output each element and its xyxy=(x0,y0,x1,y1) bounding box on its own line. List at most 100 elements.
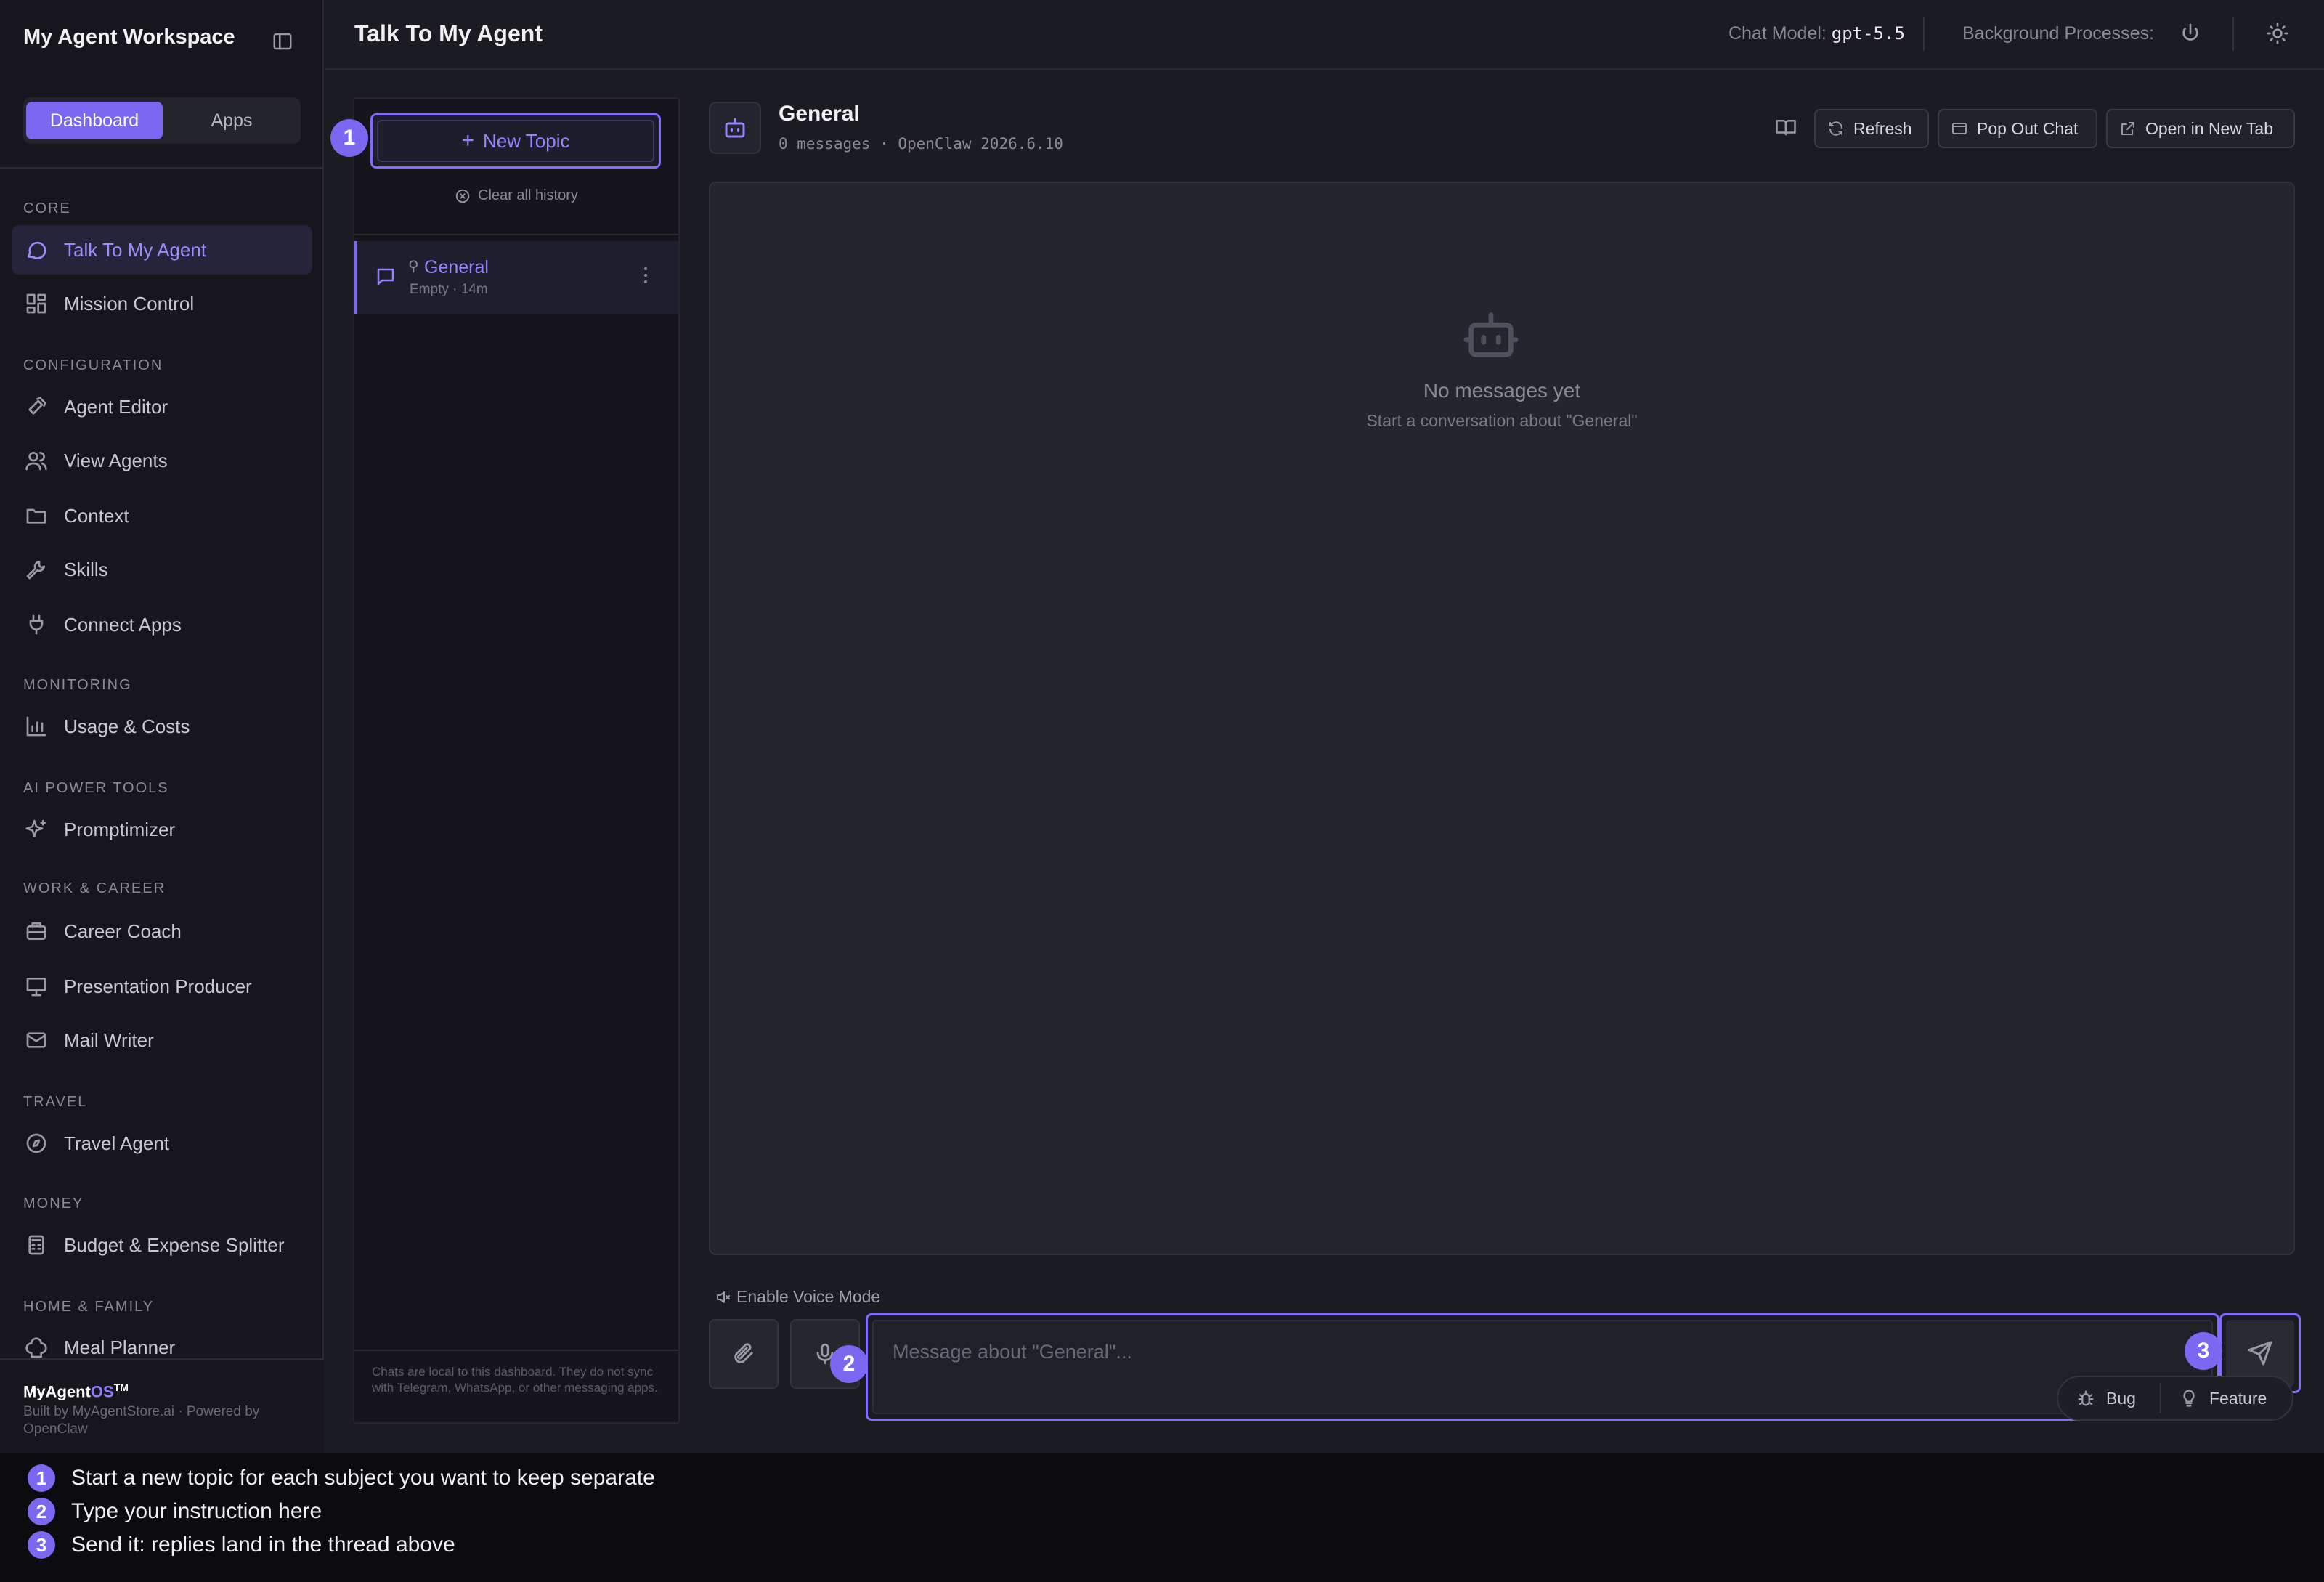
sidebar-item-skills[interactable]: Skills xyxy=(12,545,312,594)
request-feature-button[interactable]: Feature xyxy=(2179,1377,2267,1419)
more-vertical-icon[interactable] xyxy=(642,264,649,286)
compass-icon xyxy=(26,1133,46,1153)
folder-icon xyxy=(26,508,46,524)
pop-out-chat-label: Pop Out Chat xyxy=(1977,118,2079,138)
sidebar-item-label: View Agents xyxy=(64,449,168,471)
enable-voice-mode-toggle[interactable]: Enable Voice Mode xyxy=(715,1287,880,1307)
report-bug-button[interactable]: Bug xyxy=(2076,1377,2136,1419)
sidebar-item-promptimizer[interactable]: Promptimizer xyxy=(12,805,312,854)
paperclip-icon xyxy=(734,1343,753,1363)
legend-number: 3 xyxy=(28,1531,55,1559)
book-open-icon[interactable] xyxy=(1775,116,1797,138)
message-input[interactable] xyxy=(893,1337,2127,1366)
bar-chart-icon xyxy=(26,716,46,737)
view-switcher: Dashboard Apps xyxy=(23,97,301,144)
sidebar-item-label: Context xyxy=(64,504,129,527)
sidebar-item-label: Budget & Expense Splitter xyxy=(64,1233,285,1256)
sidebar-item-context[interactable]: Context xyxy=(12,491,312,540)
feedback-divider xyxy=(2160,1383,2161,1413)
refresh-icon xyxy=(1829,121,1842,136)
sidebar-item-budget-expense-splitter[interactable]: Budget & Expense Splitter xyxy=(12,1220,312,1270)
sidebar-item-presentation-producer[interactable]: Presentation Producer xyxy=(12,962,312,1011)
refresh-button[interactable]: Refresh xyxy=(1814,109,1929,148)
empty-state-title: No messages yet xyxy=(1423,379,1581,402)
new-topic-button-inner: + New Topic xyxy=(377,120,654,162)
sidebar-item-label: Skills xyxy=(64,558,108,580)
lightbulb-icon xyxy=(2183,1390,2195,1407)
callout-badge-3: 3 xyxy=(2185,1332,2222,1370)
briefcase-icon xyxy=(26,922,46,940)
calculator-icon xyxy=(28,1235,44,1255)
chat-title: General xyxy=(779,102,860,126)
legend-text: Type your instruction here xyxy=(71,1499,322,1523)
refresh-label: Refresh xyxy=(1853,118,1912,138)
sidebar-item-label: Talk To My Agent xyxy=(64,238,207,261)
power-icon[interactable] xyxy=(2179,22,2202,45)
sidebar-item-agent-editor[interactable]: Agent Editor xyxy=(12,382,312,431)
chat-thread: No messages yet Start a conversation abo… xyxy=(709,182,2295,1255)
sidebar-divider xyxy=(0,167,324,169)
sidebar-item-connect-apps[interactable]: Connect Apps xyxy=(12,600,312,649)
presentation-icon xyxy=(26,978,46,997)
open-new-tab-label: Open in New Tab xyxy=(2145,118,2274,138)
open-new-tab-button[interactable]: Open in New Tab xyxy=(2106,109,2295,148)
message-square-icon xyxy=(377,268,394,285)
legend-item-2: 2 Type your instruction here xyxy=(28,1498,322,1525)
grid-icon xyxy=(26,293,46,314)
section-label-money: MONEY xyxy=(23,1196,84,1212)
sidebar-item-talk-to-my-agent[interactable]: Talk To My Agent xyxy=(12,225,312,275)
legend-number: 2 xyxy=(28,1498,55,1525)
section-label-monitoring: MONITORING xyxy=(23,677,132,693)
tab-apps[interactable]: Apps xyxy=(166,102,298,139)
bug-icon xyxy=(2078,1390,2094,1406)
sidebar-toggle-icon[interactable] xyxy=(272,31,293,52)
sidebar-item-mission-control[interactable]: Mission Control xyxy=(12,279,312,328)
legend-item-1: 1 Start a new topic for each subject you… xyxy=(28,1464,655,1492)
sidebar-item-career-coach[interactable]: Career Coach xyxy=(12,906,312,956)
hammer-icon xyxy=(28,397,46,415)
sidebar-item-view-agents[interactable]: View Agents xyxy=(12,436,312,485)
tab-dashboard[interactable]: Dashboard xyxy=(26,102,163,139)
callout-badge-2: 2 xyxy=(830,1345,868,1383)
app-window: My Agent Workspace Dashboard Apps CORE T… xyxy=(0,0,2324,1453)
sidebar-item-label: Career Coach xyxy=(64,920,182,942)
sidebar-item-label: Usage & Costs xyxy=(64,715,190,737)
sidebar-item-usage-costs[interactable]: Usage & Costs xyxy=(12,702,312,751)
clear-circle-icon xyxy=(455,189,470,203)
attach-button[interactable] xyxy=(709,1319,779,1389)
legend-text: Start a new topic for each subject you w… xyxy=(71,1466,655,1490)
clear-history-button[interactable]: Clear all history xyxy=(354,187,678,204)
sun-icon[interactable] xyxy=(2266,22,2289,45)
users-icon xyxy=(25,452,47,471)
local-chats-note: Chats are local to this dashboard. They … xyxy=(372,1365,658,1395)
clear-history-label: Clear all history xyxy=(478,187,578,203)
sidebar-item-meal-planner[interactable]: Meal Planner xyxy=(12,1323,312,1360)
sparkles-icon xyxy=(25,819,46,837)
pop-out-chat-button[interactable]: Pop Out Chat xyxy=(1938,109,2097,148)
sidebar-item-label: Presentation Producer xyxy=(64,975,252,997)
workspace-title: My Agent Workspace xyxy=(23,25,235,49)
message-icon xyxy=(28,241,46,259)
chef-hat-icon xyxy=(25,1337,47,1358)
send-icon xyxy=(2248,1341,2272,1366)
new-topic-button[interactable]: + New Topic xyxy=(370,113,661,169)
section-label-ai-power-tools: AI POWER TOOLS xyxy=(23,780,169,796)
header-divider xyxy=(2232,17,2234,51)
topic-item-general[interactable]: ⚲ General Empty · 14m xyxy=(354,241,678,314)
legend-text: Send it: replies land in the thread abov… xyxy=(71,1533,455,1557)
section-label-travel: TRAVEL xyxy=(23,1094,88,1110)
sidebar-item-label: Meal Planner xyxy=(64,1336,176,1358)
empty-state-subtitle: Start a conversation about "General" xyxy=(1366,411,1638,430)
top-bar: Talk To My Agent Chat Model: gpt-5.5 Bac… xyxy=(325,0,2324,70)
page-title: Talk To My Agent xyxy=(354,20,543,46)
topics-footer-divider xyxy=(354,1350,678,1351)
chat-model-indicator: Chat Model: gpt-5.5 xyxy=(1728,23,1905,44)
legend-number: 1 xyxy=(28,1464,55,1492)
bot-icon xyxy=(1463,312,1519,357)
bot-icon xyxy=(725,118,745,138)
plus-icon: + xyxy=(461,129,475,153)
section-label-work-career: WORK & CAREER xyxy=(23,880,166,896)
sidebar-item-mail-writer[interactable]: Mail Writer xyxy=(12,1015,312,1065)
sidebar-item-label: Promptimizer xyxy=(64,818,176,840)
sidebar-item-travel-agent[interactable]: Travel Agent xyxy=(12,1119,312,1168)
